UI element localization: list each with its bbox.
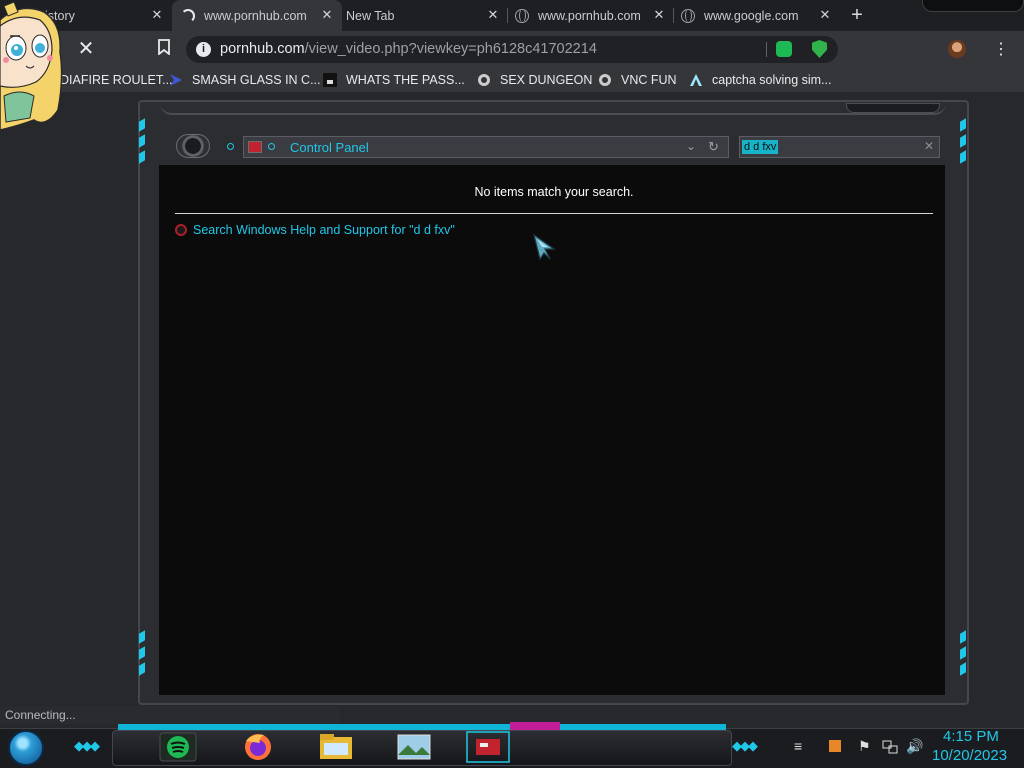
explorer-search-box[interactable]: d d fxv ✕ <box>739 136 940 158</box>
bookmark-sex-dungeon[interactable]: SEX DUNGEON <box>476 71 592 89</box>
window-title-handle[interactable] <box>846 103 940 113</box>
vnc-icon <box>597 72 613 88</box>
control-panel-icon <box>248 141 262 153</box>
smash-icon <box>168 72 184 88</box>
info-icon[interactable]: i <box>196 42 211 57</box>
explorer-icon[interactable] <box>314 731 358 763</box>
address-dot-icon <box>268 143 275 150</box>
tab-new-tab[interactable]: New Tab ✕ <box>342 0 508 31</box>
globe-icon <box>514 8 530 24</box>
tab-title: New Tab <box>346 8 395 23</box>
clear-search-icon[interactable]: ✕ <box>924 139 934 153</box>
address-bar[interactable]: i pornhub.com/view_video.php?viewkey=ph6… <box>186 36 838 63</box>
loading-spinner-icon <box>180 8 196 24</box>
spotify-icon[interactable] <box>156 731 200 763</box>
screen: History ✕ www.pornhub.com ✕ New Tab ✕ ww… <box>0 0 1024 768</box>
volume-icon[interactable]: 🔊 <box>906 738 923 755</box>
tab-active[interactable]: www.pornhub.com ✕ <box>172 0 342 31</box>
divider <box>175 213 933 214</box>
new-tab-button[interactable]: + <box>846 5 868 27</box>
close-icon[interactable]: ✕ <box>150 8 164 22</box>
photos-icon[interactable] <box>392 731 436 763</box>
browser-toolbar: › ✕ i pornhub.com/view_video.php?viewkey… <box>0 31 1024 67</box>
refresh-icon[interactable]: ↻ <box>708 139 719 155</box>
firefox-icon[interactable] <box>236 731 280 763</box>
captcha-icon <box>688 72 704 88</box>
flag-icon[interactable]: ⚑ <box>858 738 871 755</box>
bookmark-diafire[interactable]: DIAFIRE ROULET... <box>60 71 173 89</box>
taskbar-deco-icon: ◆◆◆ <box>732 738 758 753</box>
no-results-message: No items match your search. <box>474 185 634 199</box>
spotify-extension-icon[interactable] <box>776 41 792 57</box>
avatar[interactable] <box>948 40 966 58</box>
stop-button[interactable]: ✕ <box>76 39 96 59</box>
explorer-address-bar[interactable]: Control Panel ⌄ ↻ <box>243 136 729 158</box>
search-input[interactable]: d d fxv <box>742 140 779 154</box>
cartoon-character-overlay <box>0 1 63 131</box>
status-bubble: Connecting... <box>0 706 340 724</box>
close-icon[interactable]: ✕ <box>486 8 500 22</box>
help-icon <box>175 224 187 236</box>
bookmark-smash-glass[interactable]: SMASH GLASS IN C... <box>168 71 321 89</box>
chevron-down-icon[interactable]: ⌄ <box>686 139 696 153</box>
taskbar-deco-icon: ◆◆◆ <box>74 738 100 753</box>
control-panel-icon[interactable] <box>466 731 510 763</box>
window-controls[interactable] <box>922 0 1024 12</box>
close-icon[interactable]: ✕ <box>320 8 334 22</box>
bookmark-vnc-fun[interactable]: VNC FUN <box>597 71 677 89</box>
tab-google[interactable]: www.google.com ✕ <box>674 0 840 31</box>
menu-icon[interactable]: ⋮ <box>993 39 1009 59</box>
tab-title: www.google.com <box>704 8 799 23</box>
dungeon-icon <box>476 72 492 88</box>
tab-title: www.pornhub.com <box>204 8 307 23</box>
tab-strip: History ✕ www.pornhub.com ✕ New Tab ✕ ww… <box>0 0 1024 31</box>
tab-pornhub-2[interactable]: www.pornhub.com ✕ <box>508 0 674 31</box>
help-link-text[interactable]: Search Windows Help and Support for "d d… <box>193 223 455 237</box>
shield-extension-icon[interactable] <box>812 40 827 58</box>
url-text[interactable]: pornhub.com/view_video.php?viewkey=ph612… <box>220 41 597 57</box>
close-icon[interactable]: ✕ <box>818 8 832 22</box>
mouse-cursor-icon <box>533 233 556 261</box>
network-icon[interactable] <box>882 738 898 757</box>
globe-icon <box>680 8 696 24</box>
start-button[interactable] <box>8 730 44 766</box>
address-text[interactable]: Control Panel <box>290 140 369 155</box>
java-update-icon[interactable] <box>828 738 842 757</box>
clock-date[interactable]: 10/20/2023 <box>932 747 1007 764</box>
close-icon[interactable]: ✕ <box>652 8 666 22</box>
bookmarks-bar: DIAFIRE ROULET... SMASH GLASS IN C... WH… <box>0 67 1024 93</box>
bookmark-captcha[interactable]: captcha solving sim... <box>688 71 832 89</box>
help-search-link[interactable]: Search Windows Help and Support for "d d… <box>175 223 455 237</box>
bookmark-icon[interactable] <box>154 39 174 59</box>
show-hidden-icon[interactable]: ≡ <box>794 738 802 754</box>
clock-time[interactable]: 4:15 PM <box>943 728 999 745</box>
back-forward-orb[interactable] <box>176 134 210 158</box>
pass-icon <box>322 72 338 88</box>
bookmark-whats-the-pass[interactable]: WHATS THE PASS... <box>322 71 465 89</box>
nav-dot-icon[interactable] <box>227 143 234 150</box>
tab-title: www.pornhub.com <box>538 8 641 23</box>
